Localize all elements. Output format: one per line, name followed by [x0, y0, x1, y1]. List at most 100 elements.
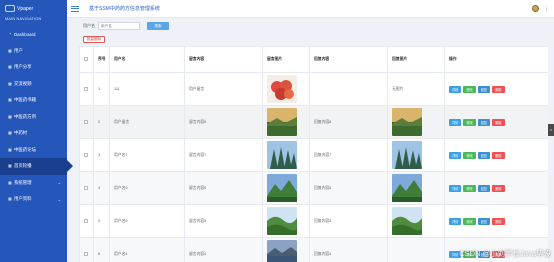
search-button[interactable]: 搜索	[147, 22, 169, 30]
header-content: 留言内容	[184, 46, 263, 73]
row-content: 用户留言	[184, 72, 263, 106]
detail-button[interactable]: 详情	[449, 184, 462, 192]
select-all-checkbox[interactable]	[79, 46, 94, 73]
sidebar-item-profile[interactable]: ▦ 用户资料 ⌄	[0, 191, 67, 208]
delete-button[interactable]: 删除	[492, 217, 505, 225]
header-username: 用户名	[109, 46, 185, 73]
header-reply-image: 回复图片	[387, 46, 445, 73]
grid-icon: ▦	[8, 196, 12, 202]
search-input[interactable]	[98, 22, 140, 30]
sidebar-item-system[interactable]: ▦ 系统管理 ⌄	[0, 175, 67, 192]
sidebar-item-user-share[interactable]: ▦ 用户分享	[0, 59, 67, 76]
hills-image	[267, 207, 297, 235]
reply-button[interactable]: 回复	[477, 151, 491, 159]
page-title: 基于SSM中药药方信息管理系统	[89, 6, 160, 12]
reply-button[interactable]: 回复	[477, 184, 491, 192]
sidebar-item-herbs[interactable]: ▦ 中药材	[0, 125, 67, 142]
detail-button[interactable]: 详情	[449, 85, 462, 93]
edit-button[interactable]: 修改	[463, 151, 476, 159]
table-row: 5 用户名5 留言内容5 回复内容5 详情 修改 回复 删除	[79, 204, 548, 238]
avatar[interactable]	[532, 5, 539, 12]
sidebar-item-users[interactable]: ▦ 用户	[0, 43, 67, 60]
row-reply-image	[387, 237, 445, 262]
top-header: 基于SSM中药药方信息管理系统 ⋮	[67, 0, 554, 18]
row-reply: 回复内容5	[309, 204, 388, 238]
data-table: 序号 用户名 留言内容 留言图片 回复内容 回复图片 操作 1 111 用户留言	[79, 46, 548, 262]
logo: Vpaper	[0, 0, 67, 14]
lake-image	[267, 240, 297, 262]
edit-button[interactable]: 修改	[463, 85, 476, 93]
row-index: 2	[93, 105, 110, 139]
delete-button[interactable]: 删除	[492, 184, 505, 192]
detail-button[interactable]: 详情	[449, 151, 462, 159]
row-actions: 详情 修改 回复 删除	[444, 204, 548, 238]
grid-icon: ▦	[8, 80, 12, 86]
row-actions: 详情 修改 回复 删除	[444, 105, 548, 139]
sidebar-item-prescriptions[interactable]: ▦ 中医药方剂	[0, 109, 67, 126]
reply-button[interactable]: 回复	[477, 85, 491, 93]
landscape-image	[392, 108, 422, 136]
delete-button[interactable]: 删除	[492, 118, 505, 126]
grid-icon: ▦	[8, 146, 12, 152]
row-index: 5	[93, 204, 110, 238]
table-row: 1 111 用户留言 无图片 详情 修改 回复 删除	[79, 72, 548, 106]
row-content: 留言内容7	[184, 138, 263, 172]
row-checkbox[interactable]	[79, 171, 94, 205]
chevron-down-icon: ⌄	[57, 180, 61, 186]
mountain-image	[392, 174, 422, 202]
row-reply: 回复内容6	[309, 171, 388, 205]
row-checkbox[interactable]	[79, 138, 94, 172]
grid-icon: ▦	[8, 97, 12, 103]
header-image: 留言图片	[262, 46, 310, 73]
menu-toggle-icon[interactable]	[71, 5, 79, 12]
forest-image	[392, 141, 422, 169]
row-reply-image	[387, 105, 445, 139]
sidebar-item-dashboard[interactable]: ◔ Dashboard	[0, 26, 67, 43]
row-reply-image: 无图片	[387, 72, 445, 106]
sidebar-item-videos[interactable]: ▦ 交流视频	[0, 76, 67, 93]
header-actions: 操作	[444, 46, 548, 73]
row-reply-image	[387, 204, 445, 238]
row-index: 1	[93, 72, 110, 106]
landscape-image	[267, 108, 297, 136]
more-icon[interactable]: ⋮	[544, 6, 549, 12]
table-row: 4 用户名6 留言内容6 回复内容6 详情 修改 回复 删除	[79, 171, 548, 205]
delete-button[interactable]: 删除	[492, 151, 505, 159]
row-actions: 详情 修改 回复 删除	[444, 171, 548, 205]
edit-button[interactable]: 修改	[463, 217, 476, 225]
edit-button[interactable]: 修改	[463, 184, 476, 192]
row-checkbox[interactable]	[79, 237, 94, 262]
batch-delete-button[interactable]: 批量删除	[83, 36, 105, 43]
detail-button[interactable]: 详情	[449, 217, 462, 225]
watermark: CSDN @小刘学长Java毕设	[459, 249, 551, 258]
row-username: 用户留言	[109, 105, 185, 139]
sidebar-item-carousel[interactable]: ▦ 首页轮播	[0, 158, 73, 175]
sidebar-item-books[interactable]: ▦ 中医药书籍	[0, 92, 67, 109]
detail-button[interactable]: 详情	[449, 118, 462, 126]
nav-heading: MAIN NAVIGATION	[5, 17, 42, 21]
sidebar-item-forum[interactable]: ▦ 中医药论坛	[0, 142, 67, 159]
row-reply	[309, 72, 388, 106]
row-checkbox[interactable]	[79, 204, 94, 238]
row-reply-image	[387, 138, 445, 172]
delete-button[interactable]: 删除	[492, 85, 505, 93]
edit-button[interactable]: 修改	[463, 118, 476, 126]
row-index: 3	[93, 138, 110, 172]
row-reply: 回复内容7	[309, 138, 388, 172]
grid-icon: ▦	[8, 47, 12, 53]
reply-button[interactable]: 回复	[477, 118, 491, 126]
side-drawer-handle[interactable]: <	[548, 124, 554, 136]
row-reply: 回复内容8	[309, 105, 388, 139]
row-reply-image	[387, 171, 445, 205]
row-index: 6	[93, 237, 110, 262]
grid-icon: ▦	[8, 113, 12, 119]
row-index: 4	[93, 171, 110, 205]
chevron-down-icon: ⌄	[57, 196, 61, 202]
grid-icon: ▦	[8, 130, 12, 136]
row-checkbox[interactable]	[79, 72, 94, 106]
reply-button[interactable]: 回复	[477, 217, 491, 225]
forest-image	[267, 141, 297, 169]
row-checkbox[interactable]	[79, 105, 94, 139]
grid-icon: ▦	[8, 163, 12, 169]
row-actions: 详情 修改 回复 删除	[444, 138, 548, 172]
